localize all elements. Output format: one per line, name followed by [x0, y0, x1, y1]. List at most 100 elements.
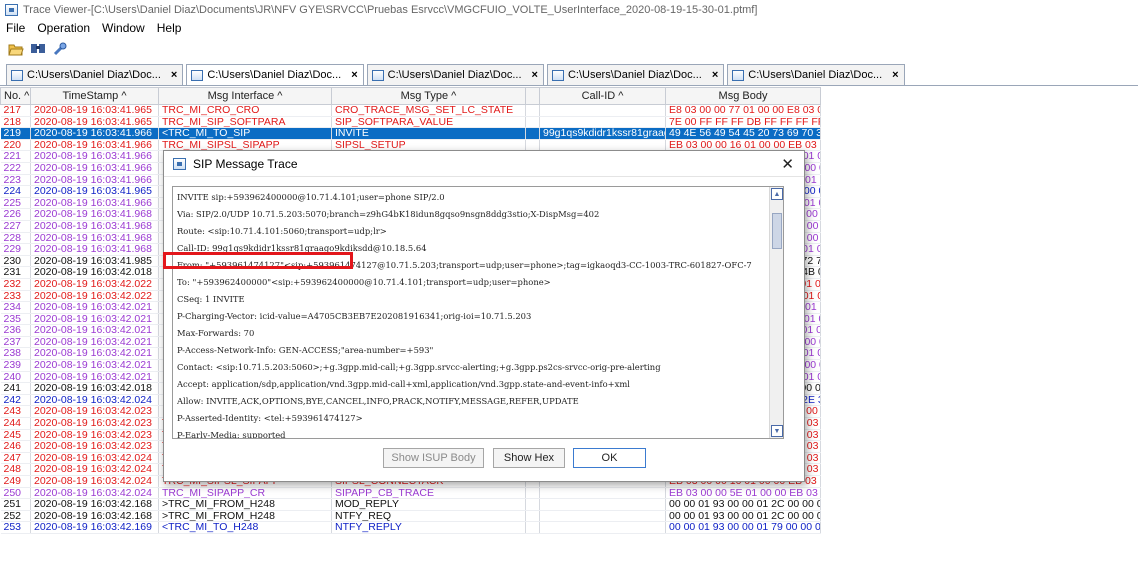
menu-file[interactable]: File — [6, 21, 25, 35]
close-tab-icon[interactable]: × — [532, 69, 538, 81]
window-titlebar: Trace Viewer-[C:\Users\Daniel Diaz\Docum… — [0, 0, 1138, 19]
sip-header-line: Max-Forwards: 70 — [177, 328, 255, 338]
vertical-scrollbar[interactable]: ▲ ▼ — [769, 187, 783, 438]
tab-label: C:\Users\Daniel Diaz\Doc... — [27, 69, 161, 81]
tab-document-4[interactable]: C:\Users\Daniel Diaz\Doc... × — [546, 64, 725, 85]
cell-blank — [525, 498, 540, 511]
scroll-down-icon[interactable]: ▼ — [771, 425, 783, 437]
cell-no: 221 — [0, 150, 31, 163]
cell-no: 231 — [0, 266, 31, 279]
cell-timestamp: 2020-08-19 16:03:41.966 — [30, 127, 159, 140]
cell-msg-interface: >TRC_MI_FROM_H248 — [158, 498, 332, 511]
table-row[interactable]: 253 2020-08-19 16:03:42.169 <TRC_MI_TO_H24… — [0, 521, 821, 534]
settings-icon[interactable] — [52, 41, 68, 57]
close-tab-icon[interactable]: × — [351, 69, 357, 81]
menu-help[interactable]: Help — [157, 21, 182, 35]
scroll-up-icon[interactable]: ▲ — [771, 188, 783, 200]
sip-header-line: INVITE sip:+593962400000@10.71.4.101;use… — [177, 192, 445, 202]
document-icon — [551, 69, 564, 81]
cell-call-id: 99g1qs9kdidr1kssr81graago9... — [539, 127, 666, 140]
cell-no: 241 — [0, 382, 31, 395]
table-row[interactable]: 250 2020-08-19 16:03:42.024 TRC_MI_SIPAPP_… — [0, 487, 821, 500]
tab-document-3[interactable]: C:\Users\Daniel Diaz\Doc... × — [366, 64, 544, 85]
cell-no: 225 — [0, 197, 31, 210]
cell-no: 243 — [0, 405, 31, 419]
cell-msg-type: NTFY_REPLY — [331, 521, 526, 534]
cell-no: 224 — [0, 185, 31, 198]
table-row[interactable]: 219 2020-08-19 16:03:41.966 <TRC_MI_TO_SIP… — [0, 127, 821, 140]
sip-header-line: Contact: <sip:10.71.5.203:5060>;+g.3gpp.… — [177, 362, 661, 372]
cell-msg-body: EB 03 00 00 5E 01 00 00 EB 03 00 00 5E 0… — [665, 487, 821, 500]
cell-no: 219 — [0, 127, 31, 140]
cell-no: 253 — [0, 521, 31, 534]
scroll-thumb[interactable] — [772, 213, 782, 249]
tab-document-5[interactable]: C:\Users\Daniel Diaz\Doc... × — [727, 64, 905, 85]
show-hex-button[interactable]: Show Hex — [493, 448, 565, 468]
column-header-msg-type[interactable]: Msg Type ^ — [331, 87, 526, 105]
cell-no: 222 — [0, 162, 31, 175]
sip-header-line: CSeq: 1 INVITE — [177, 294, 245, 304]
cell-no: 249 — [0, 475, 31, 488]
tab-label: C:\Users\Daniel Diaz\Doc... — [207, 69, 342, 81]
menu-operation[interactable]: Operation — [37, 21, 90, 35]
cell-blank — [525, 487, 540, 500]
cell-timestamp: 2020-08-19 16:03:42.018 — [30, 266, 159, 279]
cell-msg-type: MOD_REPLY — [331, 498, 526, 511]
table-row[interactable]: 218 2020-08-19 16:03:41.965 TRC_MI_SIP_SOF… — [0, 116, 821, 129]
cell-call-id — [539, 521, 666, 534]
cell-no: 246 — [0, 440, 31, 453]
close-tab-icon[interactable]: × — [712, 69, 718, 81]
cell-no: 230 — [0, 255, 31, 268]
close-icon[interactable]: ✕ — [781, 155, 794, 173]
sip-header-line: Allow: INVITE,ACK,OPTIONS,BYE,CANCEL,INF… — [177, 396, 579, 406]
column-header-msg-interface[interactable]: Msg Interface ^ — [158, 87, 332, 105]
column-header-no[interactable]: No. ^ — [0, 87, 31, 105]
cell-no: 238 — [0, 347, 31, 361]
table-row[interactable]: 217 2020-08-19 16:03:41.965 TRC_MI_CRO_CRO… — [0, 104, 821, 117]
cell-timestamp: 2020-08-19 16:03:41.968 — [30, 208, 159, 221]
column-header-msg-body[interactable]: Msg Body — [665, 87, 821, 105]
cell-msg-interface: TRC_MI_CRO_CRO — [158, 104, 332, 117]
cell-timestamp: 2020-08-19 16:03:42.021 — [30, 313, 159, 326]
ok-button[interactable]: OK — [573, 448, 646, 468]
cell-no: 233 — [0, 290, 31, 303]
document-icon — [371, 69, 384, 81]
sip-header-line: P-Early-Media: supported — [177, 430, 286, 439]
cell-timestamp: 2020-08-19 16:03:41.966 — [30, 197, 159, 210]
p-asserted-identity-highlight-box — [163, 252, 353, 269]
cell-timestamp: 2020-08-19 16:03:41.965 — [30, 116, 159, 129]
cell-timestamp: 2020-08-19 16:03:42.022 — [30, 290, 159, 303]
show-isup-body-button[interactable]: Show ISUP Body — [383, 448, 484, 468]
cell-timestamp: 2020-08-19 16:03:42.024 — [30, 463, 159, 476]
cell-timestamp: 2020-08-19 16:03:41.968 — [30, 243, 159, 256]
cell-no: 235 — [0, 313, 31, 326]
column-header-blank[interactable] — [525, 87, 540, 105]
open-icon[interactable] — [8, 41, 24, 57]
column-header-call-id[interactable]: Call-ID ^ — [539, 87, 666, 105]
tab-document-2[interactable]: C:\Users\Daniel Diaz\Doc... × — [186, 64, 364, 85]
menu-window[interactable]: Window — [102, 21, 145, 35]
cell-timestamp: 2020-08-19 16:03:42.023 — [30, 417, 159, 430]
cell-blank — [525, 127, 540, 140]
sip-message-text: INVITE sip:+593962400000@10.71.4.101;use… — [177, 189, 767, 439]
sip-header-line: P-Access-Network-Info: GEN-ACCESS;"area-… — [177, 345, 434, 355]
cell-timestamp: 2020-08-19 16:03:42.021 — [30, 347, 159, 361]
close-tab-icon[interactable]: × — [892, 69, 898, 81]
cell-timestamp: 2020-08-19 16:03:41.966 — [30, 150, 159, 163]
cell-timestamp: 2020-08-19 16:03:42.024 — [30, 394, 159, 407]
tab-document-1[interactable]: C:\Users\Daniel Diaz\Doc... × — [6, 64, 184, 85]
cell-call-id — [539, 487, 666, 500]
find-icon[interactable] — [30, 41, 46, 57]
cell-timestamp: 2020-08-19 16:03:41.968 — [30, 220, 159, 233]
table-row[interactable]: 252 2020-08-19 16:03:42.168 >TRC_MI_FROM_H… — [0, 510, 821, 523]
column-header-timestamp[interactable]: TimeStamp ^ — [30, 87, 159, 105]
table-row[interactable]: 251 2020-08-19 16:03:42.168 >TRC_MI_FROM_H… — [0, 498, 821, 511]
close-tab-icon[interactable]: × — [171, 69, 177, 81]
cell-call-id — [539, 510, 666, 523]
cell-msg-type: NTFY_REQ — [331, 510, 526, 523]
sip-message-textbox[interactable]: INVITE sip:+593962400000@10.71.4.101;use… — [172, 186, 784, 439]
document-tabs: C:\Users\Daniel Diaz\Doc... × C:\Users\Da… — [0, 64, 1138, 86]
cell-timestamp: 2020-08-19 16:03:42.021 — [30, 324, 159, 337]
cell-timestamp: 2020-08-19 16:03:42.024 — [30, 452, 159, 465]
cell-msg-interface: <TRC_MI_TO_H248 — [158, 521, 332, 534]
